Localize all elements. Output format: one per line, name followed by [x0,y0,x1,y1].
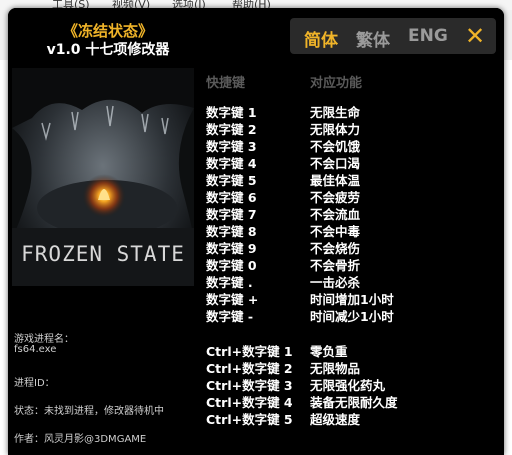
table-row[interactable]: Ctrl+数字键 1 零负重 [200,341,502,359]
table-row[interactable]: 数字键 8 不会中毒 [200,221,502,239]
process-label: 游戏进程名： [14,334,74,345]
table-row[interactable]: 数字键 0 不会骨折 [200,255,502,273]
table-row[interactable]: 数字键 . 一击必杀 [200,272,502,290]
table-row[interactable]: Ctrl+数字键 4 装备无限耐久度 [200,392,502,410]
table-row[interactable]: 数字键 2 无限体力 [200,119,502,137]
lang-traditional-button[interactable]: 繁体 [356,26,390,51]
table-row[interactable]: 数字键 4 不会口渴 [200,153,502,171]
table-row[interactable]: 数字键 6 不会疲劳 [200,187,502,205]
hotkey-table: 快捷键 对应功能 数字键 1 无限生命 数字键 2 无限体力 数字键 3 不会饥饿 数… [200,64,502,455]
table-row[interactable]: 数字键 5 最佳体温 [200,170,502,188]
game-cover-image: FROZEN STATE [12,68,194,286]
row-function: 时间减少1小时 [310,309,394,324]
process-id-label: 进程ID： [14,378,55,389]
table-row[interactable]: 数字键 7 不会流血 [200,204,502,222]
game-title: 《冻结状态》 [62,22,153,40]
left-panel: FROZEN STATE 游戏进程名： fs64.exe 进程ID： 状态：未找… [10,64,196,455]
table-row[interactable]: 数字键 - 时间减少1小时 [200,306,502,324]
lang-english-button[interactable]: ENG [408,26,448,46]
row-function: 超级速度 [310,412,361,427]
author-text: 作者：风灵月影@3DMGAME [14,434,147,445]
process-name: fs64.exe [14,344,57,355]
row-key: 数字键 - [206,309,254,324]
close-icon[interactable]: ✕ [462,21,488,51]
table-row[interactable]: 数字键 + 时间增加1小时 [200,289,502,307]
cover-logo-text: FROZEN STATE [21,242,185,266]
table-row[interactable]: 数字键 3 不会饥饿 [200,136,502,154]
row-key: Ctrl+数字键 5 [206,412,293,427]
header-function: 对应功能 [310,76,363,91]
language-switcher: 简体 繁体 ENG ✕ [290,18,496,54]
header-hotkey: 快捷键 [206,76,246,91]
table-row[interactable]: Ctrl+数字键 5 超级速度 [200,409,502,427]
trainer-version: v1.0 十七项修改器 [46,42,170,58]
table-row[interactable]: Ctrl+数字键 3 无限强化药丸 [200,375,502,393]
table-row[interactable]: 数字键 9 不会烧伤 [200,238,502,256]
lang-simplified-button[interactable]: 简体 [304,26,338,51]
status-text: 状态：未找到进程，修改器待机中 [14,406,164,417]
table-row[interactable]: 数字键 1 无限生命 [200,102,502,120]
trainer-window: 《冻结状态》 v1.0 十七项修改器 简体 繁体 ENG ✕ FROZEN ST… [8,8,504,455]
title-bar[interactable]: 《冻结状态》 v1.0 十七项修改器 简体 繁体 ENG ✕ [8,8,504,64]
table-row[interactable]: Ctrl+数字键 2 无限物品 [200,358,502,376]
